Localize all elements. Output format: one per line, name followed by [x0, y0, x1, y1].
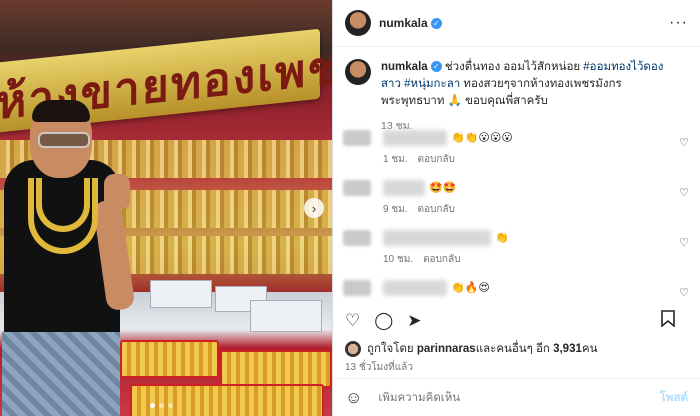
caption-username[interactable]: numkala — [381, 61, 428, 73]
reply-button[interactable]: ตอบกลับ — [418, 204, 455, 215]
gold-tray — [220, 350, 332, 388]
verified-badge-icon: ✓ — [430, 61, 442, 73]
comment-name-blurred — [383, 130, 447, 146]
comment-time: 10 ชม. — [383, 254, 414, 265]
gold-tray — [120, 340, 219, 378]
avatar[interactable] — [345, 10, 371, 36]
caption-avatar[interactable] — [345, 59, 371, 85]
post-detail-panel: numkala ✓ ··· numkala ✓ ช่วงตื่นทอง ออมไว้… — [332, 0, 700, 416]
sunglasses — [38, 132, 90, 148]
heart-icon[interactable]: ♡ — [679, 286, 689, 299]
bookmark-icon[interactable] — [661, 310, 675, 332]
caption-text: ช่วงตื่นทอง ออมไว้สักหน่อย — [444, 61, 584, 73]
add-comment-bar: ☺ โพสต์ — [333, 378, 700, 416]
post-photo[interactable]: ห้างขายทองเพชรมังกร › — [0, 0, 332, 416]
comment-avatar-blurred — [343, 280, 371, 296]
post-header: numkala ✓ ··· — [333, 0, 700, 47]
person-hand — [104, 174, 130, 208]
instagram-post: ห้างขายทองเพชรมังกร › numkala ✓ ··· numk… — [0, 0, 700, 416]
emoji-icon[interactable]: ☺ — [345, 388, 362, 408]
comment-time: 1 ชม. — [383, 154, 408, 165]
hashtag-link[interactable]: #หนุ่มกะลา — [404, 78, 460, 90]
liker-username[interactable]: parinnaras — [417, 343, 476, 355]
comment-name-blurred — [383, 180, 425, 196]
post-time: 13 ชั่วโมงที่แล้ว — [345, 362, 413, 373]
verified-badge-icon: ✓ — [430, 18, 442, 30]
action-bar: ♡ ◯ ➤ — [345, 310, 689, 332]
carousel-dots — [150, 403, 173, 408]
liker-avatar — [345, 341, 361, 357]
heart-icon[interactable]: ♡ — [679, 236, 689, 249]
gold-bar-box — [150, 280, 212, 308]
chevron-right-icon: › — [311, 200, 317, 216]
comment-text: 👏🔥😍 — [451, 282, 490, 294]
share-icon[interactable]: ➤ — [407, 311, 421, 331]
comment-name-blurred — [383, 230, 491, 246]
person-jeans — [2, 332, 120, 416]
header-username[interactable]: numkala ✓ — [379, 16, 442, 30]
likes-summary[interactable]: ถูกใจโดย parinnaras และคนอื่นๆ อีก 3,931… — [345, 340, 597, 358]
gold-chain — [36, 178, 90, 232]
post-button[interactable]: โพสต์ — [660, 389, 688, 407]
likes-middle: และคนอื่นๆ อีก — [475, 343, 550, 355]
comment-icon[interactable]: ◯ — [374, 311, 393, 331]
likes-prefix: ถูกใจโดย — [367, 343, 414, 355]
comment-avatar-blurred — [343, 230, 371, 246]
comment-avatar-blurred — [343, 180, 371, 196]
reply-button[interactable]: ตอบกลับ — [418, 154, 455, 165]
post-caption: numkala ✓ ช่วงตื่นทอง ออมไว้สักหน่อย #ออม… — [333, 47, 700, 141]
comment-text: 👏 — [495, 232, 509, 244]
heart-icon[interactable]: ♡ — [679, 186, 689, 199]
heart-icon[interactable]: ♡ — [345, 311, 360, 331]
comment-name-blurred — [383, 280, 447, 296]
next-photo-button[interactable]: › — [304, 198, 324, 218]
likes-count[interactable]: 3,931 — [553, 343, 582, 355]
likes-suffix: คน — [581, 343, 598, 355]
comment-text: 👏👏😮😮😮 — [451, 132, 513, 144]
heart-icon[interactable]: ♡ — [679, 136, 689, 149]
comment-text: 🤩🤩 — [429, 182, 457, 194]
comment-avatar-blurred — [343, 130, 371, 146]
comment-time: 9 ชม. — [383, 204, 408, 215]
person-hair — [32, 100, 90, 122]
more-icon[interactable]: ··· — [669, 14, 688, 32]
reply-button[interactable]: ตอบกลับ — [423, 254, 460, 265]
gold-bar-box — [250, 300, 322, 332]
add-comment-input[interactable] — [376, 390, 660, 405]
gold-tray — [130, 384, 324, 416]
